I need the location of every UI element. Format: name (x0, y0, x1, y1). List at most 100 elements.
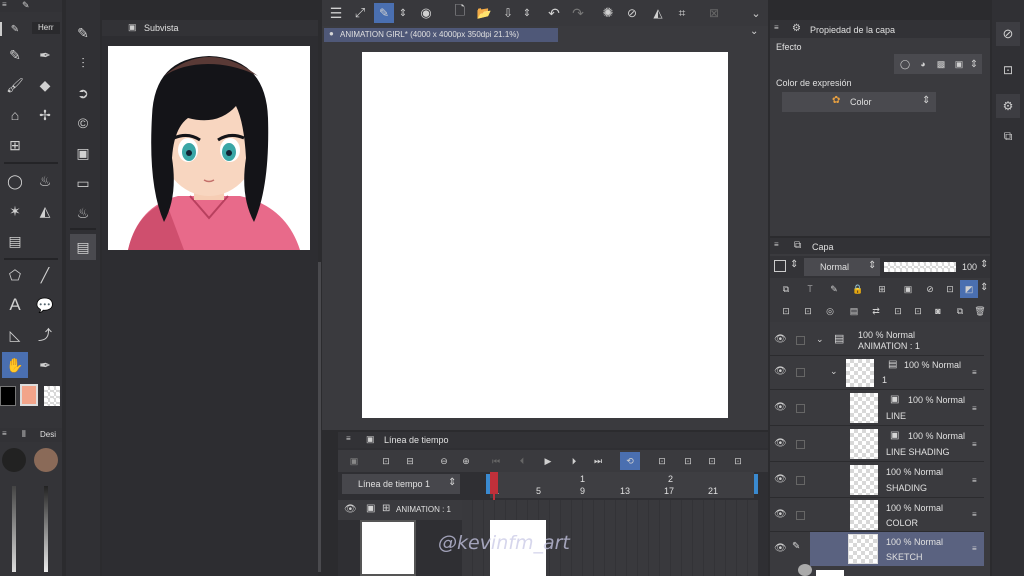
visibility-icon-sketch[interactable]: 👁 (774, 543, 787, 554)
ruler-tool-icon[interactable]: ◺ (2, 322, 28, 348)
layer-color-toggle-icon[interactable]: ◩ (960, 280, 978, 298)
panel-menu-icon-4[interactable]: ≡ (774, 23, 779, 32)
border-effect-icon[interactable]: ◯ (898, 56, 912, 72)
cel-frame-icon[interactable]: ⊡ (730, 453, 746, 469)
strip-arrow-icon[interactable]: ➲ (70, 80, 96, 106)
panel-menu-icon-5[interactable]: ≡ (774, 240, 779, 249)
navigator-icon[interactable]: ⊘ (996, 22, 1020, 46)
lock-alpha-icon[interactable]: ⊞ (874, 281, 890, 297)
undo-icon[interactable]: ↶ (544, 3, 564, 23)
strip-navigator-icon[interactable]: ▤ (70, 234, 96, 260)
ruler-icon[interactable]: ⊡ (942, 281, 958, 297)
brush-size-slider-2[interactable] (44, 486, 48, 572)
collapse-icon[interactable]: ⌄ (746, 3, 766, 23)
new-raster-icon[interactable]: ⊡ (778, 303, 794, 319)
extract-line-icon[interactable]: ◕ (916, 56, 930, 72)
loop-icon[interactable]: ⟲ (620, 452, 640, 470)
visibility-icon[interactable]: 👁 (774, 402, 787, 413)
main-color-swatch[interactable] (0, 386, 16, 406)
export-icon[interactable]: ⇩ (498, 3, 518, 23)
brush-size-dot-2[interactable] (34, 448, 58, 472)
duplicate-icon[interactable]: ⧉ (952, 303, 968, 319)
eraser-tool-icon[interactable]: ◆ (32, 72, 58, 98)
onion-skin-icon[interactable]: ⊡ (654, 453, 670, 469)
layer-menu-icon[interactable]: ≡ (972, 476, 977, 485)
brush-size-slider-1[interactable] (12, 486, 16, 572)
combine-icon[interactable]: ⊡ (910, 303, 926, 319)
menu-icon[interactable]: ☰ (326, 3, 346, 23)
layer-row-line[interactable]: 👁 ▣ 100 % Normal LINE ≡ (770, 390, 984, 426)
canvas-tab[interactable]: ● ANIMATION GIRL* (4000 x 4000px 350dpi … (324, 28, 558, 42)
cel-delete-icon[interactable]: ⊡ (704, 453, 720, 469)
next-frame-icon[interactable]: ⏵ (566, 453, 582, 469)
panel-menu-icon-3[interactable]: ≡ (346, 434, 351, 443)
pen-tab-icon[interactable]: ✎ (22, 0, 30, 11)
cel-add-icon[interactable]: ⊡ (680, 453, 696, 469)
timeline-start-marker[interactable] (486, 474, 490, 494)
layer-lock-box[interactable] (796, 476, 805, 485)
panel-menu-icon-2[interactable]: ≡ (2, 429, 7, 438)
subview-image[interactable] (108, 46, 310, 250)
visibility-icon[interactable]: 👁 (774, 438, 787, 449)
grid-tool-icon[interactable]: ⊞ (2, 132, 28, 158)
strip-copyright-icon[interactable]: © (70, 110, 96, 136)
eyedropper-tool-icon[interactable]: ✒ (32, 352, 58, 378)
new-file-icon[interactable]: 🗋 (450, 3, 470, 23)
edit-mode-icon[interactable]: ✎ (374, 3, 394, 23)
prev-frame-icon[interactable]: ⏴ (514, 453, 530, 469)
layer-menu-icon[interactable]: ≡ (972, 404, 977, 413)
subview-scrollbar[interactable] (318, 262, 321, 572)
effect-updown-icon[interactable]: ⇕ (968, 56, 980, 72)
layers-icon[interactable]: ⧉ (996, 124, 1020, 148)
material-icon[interactable]: ⊡ (996, 58, 1020, 82)
tools-tab[interactable]: Herr (32, 22, 60, 34)
ref-layer-icon[interactable]: ⟙ (802, 281, 818, 297)
first-frame-icon[interactable]: ⏮ (488, 453, 504, 469)
layer-lock-box[interactable] (796, 368, 805, 377)
crop-icon[interactable]: ⌗ (672, 3, 692, 23)
layer-mask-icon[interactable]: ◙ (930, 303, 946, 319)
layer-color-icon[interactable]: ▣ (952, 56, 966, 72)
draft-layer-icon[interactable]: ✎ (826, 281, 842, 297)
dropper-tool-icon[interactable]: ✒ (32, 42, 58, 68)
hand-tool-icon[interactable]: ✋ (2, 352, 28, 378)
fill-icon[interactable]: ◭ (648, 3, 668, 23)
toolbar-updown-icon[interactable]: ⇕ (980, 282, 988, 293)
expand-arrow-icon[interactable]: ⌄ (830, 366, 838, 377)
text-tool-icon[interactable]: A (2, 292, 28, 318)
layer-row-folder-1[interactable]: 👁 ⌄ ▤ 100 % Normal 1 ≡ (770, 356, 984, 390)
subtool-icon[interactable]: ⫴ (22, 429, 26, 440)
layer-menu-icon[interactable]: ≡ (972, 440, 977, 449)
open-folder-icon[interactable]: 📂 (474, 3, 494, 23)
drawing-canvas[interactable] (362, 52, 728, 418)
redo-icon[interactable]: ↷ (568, 3, 588, 23)
specify-cel-icon[interactable]: ⊟ (402, 453, 418, 469)
wand-tool-icon[interactable]: ✶ (2, 198, 28, 224)
timeline-end-marker[interactable] (754, 474, 758, 494)
strip-frame-icon[interactable]: ▭ (70, 170, 96, 196)
layer-menu-icon[interactable]: ≡ (972, 368, 977, 377)
strip-pen-icon[interactable]: ✎ (70, 20, 96, 46)
opacity-slider[interactable] (884, 262, 956, 272)
opacity-updown-icon[interactable]: ⇕ (980, 259, 988, 270)
trash-icon[interactable]: 🗑 (972, 303, 988, 319)
zoom-out-icon[interactable]: ⊖ (436, 453, 452, 469)
transfer-icon[interactable]: ⇄ (868, 303, 884, 319)
zoom-in-icon[interactable]: ⊕ (458, 453, 474, 469)
expression-color-dropdown[interactable]: ✿ Color ⇕ (782, 92, 936, 112)
merge-icon[interactable]: ⧉ (778, 281, 794, 297)
new-cel-icon[interactable]: ⊡ (378, 453, 394, 469)
lock-icon[interactable]: 🔒 (850, 281, 866, 297)
bucket-tool-icon[interactable]: ◭ (32, 198, 58, 224)
decoration-tool-icon[interactable]: ⌂ (2, 102, 28, 128)
sparkle-tool-icon[interactable]: ✢ (32, 102, 58, 128)
strip-slider-icon[interactable]: ⫶ (70, 50, 96, 76)
new-animation-folder-icon[interactable]: ▣ (346, 453, 362, 469)
playhead[interactable] (490, 472, 498, 494)
layer-row-animation-folder[interactable]: 👁 ⌄ ▤ 100 % Normal ANIMATION : 1 (770, 326, 984, 356)
layer-search-icon[interactable]: ⚙ (996, 94, 1020, 118)
mask-off-icon[interactable]: ⊘ (922, 281, 938, 297)
fit-screen-icon[interactable]: ⤢ (350, 3, 370, 23)
brush-size-dot-1[interactable] (2, 448, 26, 472)
layer-menu-icon[interactable]: ≡ (972, 544, 977, 553)
